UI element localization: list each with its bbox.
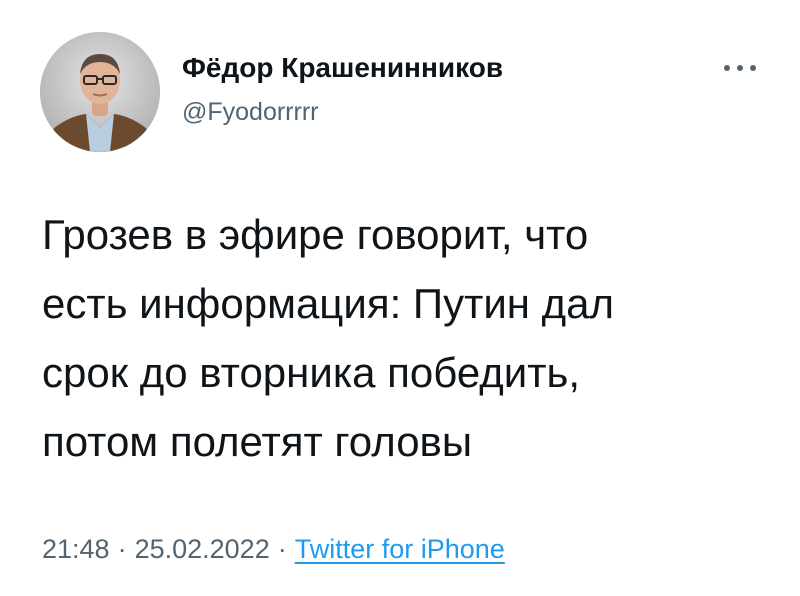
avatar[interactable] <box>40 32 160 152</box>
tweet-date[interactable]: 25.02.2022 <box>135 534 270 564</box>
meta-separator: · <box>277 534 287 564</box>
tweet-meta: 21:48 · 25.02.2022 · Twitter for iPhone <box>42 534 505 565</box>
tweet-card: Фёдор Крашенинников @Fyodorrrrr Грозев в… <box>0 0 800 596</box>
tweet-source-link[interactable]: Twitter for iPhone <box>295 534 505 564</box>
tweet-time[interactable]: 21:48 <box>42 534 110 564</box>
tweet-text: Грозев в эфире говорит, что есть информа… <box>42 211 615 465</box>
meta-separator: · <box>117 534 127 564</box>
more-horizontal-icon[interactable] <box>716 56 764 80</box>
avatar-photo <box>40 32 160 152</box>
author-display-name[interactable]: Фёдор Крашенинников <box>182 52 503 84</box>
author-handle[interactable]: @Fyodorrrrr <box>182 98 319 127</box>
